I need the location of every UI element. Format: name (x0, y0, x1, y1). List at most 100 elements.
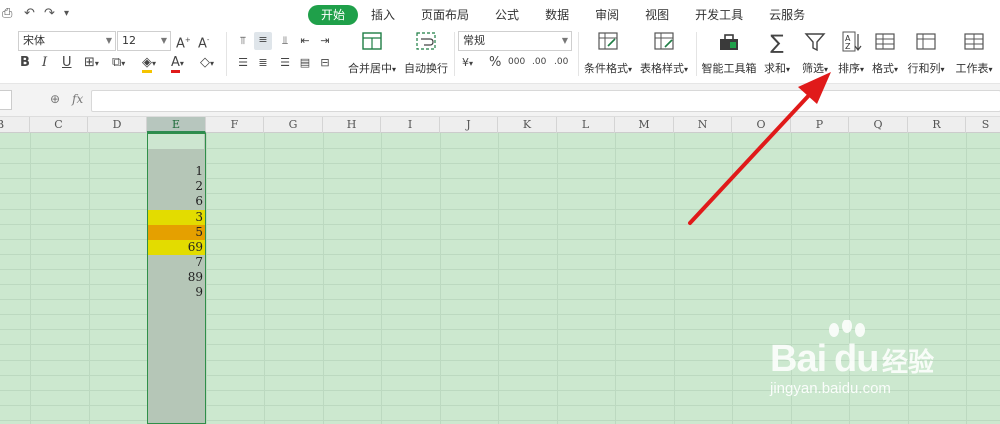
font-name-select[interactable]: 宋体 ▼ (18, 31, 116, 51)
name-box[interactable] (0, 90, 12, 110)
filter-button[interactable]: 筛选▾ (798, 30, 832, 76)
align-center-icon[interactable]: ≣ (254, 55, 272, 71)
undo-icon[interactable]: ↶ (24, 6, 35, 21)
tab-home[interactable]: 开始 (308, 5, 359, 25)
cell-e4[interactable]: 2 (148, 179, 205, 194)
increase-decimal-icon[interactable]: .00 (532, 54, 546, 70)
percent-icon[interactable]: % (489, 55, 501, 71)
cell-style-icon[interactable]: ⧉▾ (112, 55, 125, 72)
merge-center-button[interactable]: 合并居中▾ (346, 30, 398, 76)
formula-input[interactable] (91, 90, 1000, 112)
column-header-j[interactable]: J (440, 117, 498, 133)
wrap-text-button[interactable]: 自动换行 (404, 30, 448, 76)
decrease-indent-icon[interactable]: ⇤ (296, 33, 314, 49)
chevron-down-icon: ▼ (160, 36, 167, 45)
worksheet-icon (961, 30, 987, 54)
column-header-o[interactable]: O (732, 117, 791, 133)
column-header-f[interactable]: F (206, 117, 264, 133)
grid-column-line (381, 133, 382, 424)
column-header-l[interactable]: L (557, 117, 615, 133)
grid-column-line (615, 133, 616, 424)
number-format-select[interactable]: 常规 ▼ (458, 31, 572, 51)
tab-data[interactable]: 数据 (532, 5, 582, 25)
align-left-icon[interactable]: ☰ (234, 55, 252, 71)
tab-review[interactable]: 审阅 (582, 5, 632, 25)
cell-e11[interactable]: 9 (148, 285, 205, 300)
column-header-i[interactable]: I (381, 117, 440, 133)
thousands-separator-icon[interactable]: 000 (508, 54, 525, 70)
worksheet-label: 工作表▾ (955, 62, 993, 75)
conditional-format-label: 条件格式▾ (583, 62, 632, 75)
format-button[interactable]: 格式▾ (870, 30, 900, 76)
justify-icon[interactable]: ▤ (296, 55, 314, 71)
grid-column-line (322, 133, 324, 424)
cell-e3[interactable]: 1 (148, 164, 205, 179)
cell-e9[interactable]: 7 (148, 255, 205, 270)
zoom-icon[interactable]: ⊕ (50, 92, 60, 106)
cell-e10[interactable]: 89 (148, 270, 205, 285)
increase-indent-icon[interactable]: ⇥ (316, 33, 334, 49)
watermark-url: jingyan.baidu.com (770, 380, 891, 397)
currency-icon[interactable]: ¥▾ (462, 55, 473, 72)
table-style-label: 表格样式▾ (639, 62, 688, 75)
font-color-icon[interactable]: A▾ (171, 55, 184, 73)
column-header-c[interactable]: C (30, 117, 88, 133)
fill-color-icon[interactable]: ◈▾ (142, 55, 156, 73)
tab-view[interactable]: 视图 (632, 5, 682, 25)
tab-cloud[interactable]: 云服务 (756, 5, 818, 25)
table-style-button[interactable]: 表格样式▾ (638, 30, 690, 76)
column-header-s[interactable]: S (966, 117, 1000, 133)
underline-icon[interactable]: U (62, 55, 72, 71)
column-header-r[interactable]: R (908, 117, 966, 133)
print-preview-icon[interactable]: ⎙ (2, 6, 12, 21)
fx-icon[interactable]: fx (72, 92, 83, 106)
column-header-n[interactable]: N (674, 117, 732, 133)
align-middle-icon[interactable]: ≡ (254, 32, 272, 50)
cell-e5[interactable]: 6 (148, 194, 205, 209)
sum-button[interactable]: ∑ 求和▾ (762, 30, 792, 76)
font-name-value: 宋体 (23, 34, 45, 47)
border-icon[interactable]: ⊞▾ (84, 55, 99, 72)
italic-icon[interactable]: I (42, 55, 47, 71)
tab-insert[interactable]: 插入 (358, 5, 408, 25)
cell-e8[interactable]: 69 (148, 239, 205, 255)
column-header-h[interactable]: H (323, 117, 381, 133)
worksheet-button[interactable]: 工作表▾ (952, 30, 996, 76)
cell-e6[interactable]: 3 (148, 209, 205, 225)
wrap-text-icon (413, 30, 439, 54)
active-cell[interactable] (148, 134, 204, 149)
column-header-g[interactable]: G (264, 117, 323, 133)
smart-toolbox-button[interactable]: 智能工具箱 (700, 30, 758, 76)
rows-columns-button[interactable]: 行和列▾ (904, 30, 948, 76)
conditional-format-button[interactable]: 条件格式▾ (582, 30, 634, 76)
font-size-select[interactable]: 12 ▼ (117, 31, 171, 51)
distributed-align-icon[interactable]: ⊟ (316, 55, 334, 71)
column-header-d[interactable]: D (88, 117, 147, 133)
merge-center-icon (359, 30, 385, 54)
column-header-e[interactable]: E (147, 117, 206, 133)
align-top-icon[interactable]: ⫪ (234, 33, 252, 49)
align-bottom-icon[interactable]: ⫫ (276, 33, 294, 49)
column-header-p[interactable]: P (791, 117, 849, 133)
decrease-decimal-icon[interactable]: .00 (554, 54, 568, 70)
tab-formulas[interactable]: 公式 (482, 5, 532, 25)
cell-e7[interactable]: 5 (148, 224, 205, 240)
column-header-b[interactable]: B (0, 117, 30, 133)
eraser-icon[interactable]: ◇▾ (200, 55, 214, 72)
sort-button[interactable]: AZ 排序▾ (834, 30, 868, 76)
chevron-down-icon: ▼ (105, 36, 112, 45)
redo-icon[interactable]: ↷ (44, 6, 55, 21)
watermark-cn: 经验 (882, 348, 935, 378)
column-header-m[interactable]: M (615, 117, 674, 133)
column-header-k[interactable]: K (498, 117, 557, 133)
tab-page-layout[interactable]: 页面布局 (408, 5, 482, 25)
quick-access-dropdown-icon[interactable]: ▾ (64, 8, 69, 19)
tab-developer[interactable]: 开发工具 (682, 5, 756, 25)
column-header-q[interactable]: Q (849, 117, 908, 133)
bold-icon[interactable]: B (20, 55, 30, 71)
decrease-font-icon[interactable]: A- (198, 32, 209, 52)
increase-font-icon[interactable]: A+ (176, 32, 191, 52)
sort-az-icon: AZ (838, 30, 864, 54)
align-right-icon[interactable]: ☰ (276, 55, 294, 71)
column-header-row: B C D E F G H I J K L M N O P Q R S (0, 117, 1000, 133)
